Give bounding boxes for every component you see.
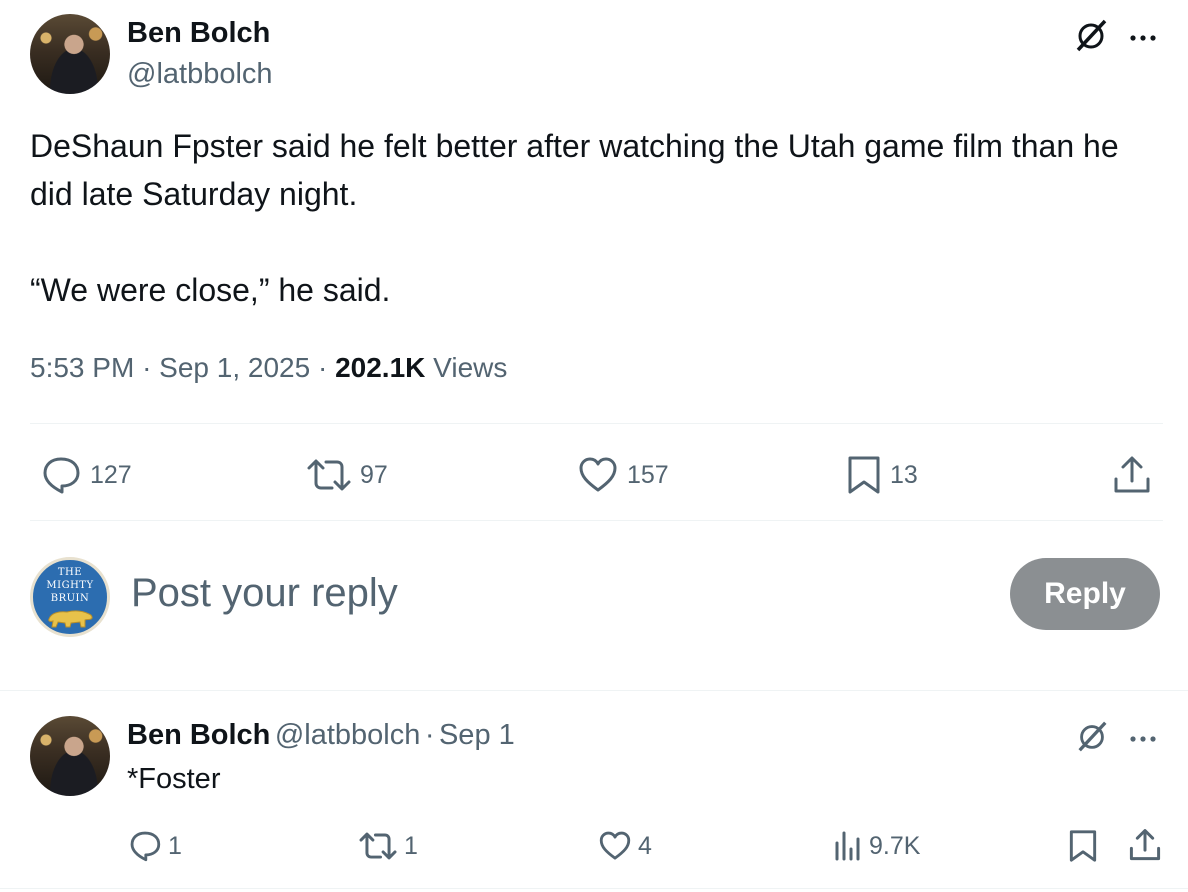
divider <box>30 423 1163 424</box>
reply-author-avatar[interactable] <box>30 716 110 796</box>
repost-icon <box>307 459 351 491</box>
divider <box>0 888 1188 889</box>
meta-separator: · <box>317 352 328 383</box>
repost-button[interactable]: 97 <box>306 455 388 495</box>
like-button[interactable]: 157 <box>577 455 669 495</box>
share-icon <box>1129 829 1161 861</box>
bear-icon <box>48 609 93 627</box>
grok-icon[interactable] <box>1072 16 1110 54</box>
post-time[interactable]: 5:53 PM <box>30 352 134 383</box>
reply-icon <box>43 457 80 494</box>
reply-button[interactable]: 127 <box>40 455 132 495</box>
views-icon <box>835 831 860 861</box>
reply-bookmark-button[interactable] <box>1068 829 1098 868</box>
reply-repost-button[interactable]: 1 <box>358 829 418 863</box>
reply-count: 127 <box>90 460 132 489</box>
divider <box>30 520 1163 521</box>
reply-reply-button[interactable]: 1 <box>128 829 182 863</box>
more-icon[interactable] <box>1128 30 1162 41</box>
repost-count: 97 <box>360 460 388 489</box>
repost-icon <box>359 832 397 860</box>
reply-input[interactable]: Post your reply <box>131 571 398 616</box>
meta-separator: · <box>142 352 152 383</box>
bookmark-icon <box>848 456 880 494</box>
reply-author-name[interactable]: Ben Bolch <box>127 719 270 751</box>
like-icon <box>579 457 617 492</box>
bookmark-button[interactable]: 13 <box>846 455 918 495</box>
share-icon <box>1114 456 1150 493</box>
views-count: 202.1K <box>335 352 426 383</box>
avatar-label-line3: BRUIN <box>50 592 90 604</box>
reply-date[interactable]: Sep 1 <box>439 719 515 751</box>
reply-views-count: 9.7K <box>869 831 921 860</box>
grok-icon[interactable] <box>1074 718 1110 754</box>
reply-reply-count: 1 <box>168 831 182 860</box>
bookmark-count: 13 <box>890 460 918 489</box>
divider <box>0 690 1188 691</box>
more-icon[interactable] <box>1128 731 1162 742</box>
avatar-label-line2: MIGHTY <box>46 579 94 591</box>
user-avatar[interactable]: THE MIGHTY BRUIN <box>30 557 110 637</box>
post-text: DeShaun Fpster said he felt better after… <box>30 128 1119 308</box>
author-handle[interactable]: @latbbolch <box>127 58 273 91</box>
like-count: 157 <box>627 460 669 489</box>
author-avatar[interactable] <box>30 14 110 94</box>
post-date[interactable]: Sep 1, 2025 <box>159 352 310 383</box>
reply-header: Ben Bolch @latbbolch · Sep 1 <box>127 719 515 752</box>
reply-like-count: 4 <box>638 831 652 860</box>
reply-like-button[interactable]: 4 <box>598 829 652 863</box>
author-name[interactable]: Ben Bolch <box>127 17 270 50</box>
reply-separator: · <box>424 719 435 751</box>
reply-views-button[interactable]: 9.7K <box>833 829 920 863</box>
avatar-label-line1: THE <box>57 566 83 578</box>
bookmark-icon <box>1069 830 1097 862</box>
reply-author-handle[interactable]: @latbbolch <box>275 719 421 751</box>
reply-text: *Foster <box>127 763 221 795</box>
post-meta: 5:53 PM · Sep 1, 2025 · 202.1K Views <box>30 352 507 384</box>
like-icon <box>599 831 631 860</box>
reply-share-button[interactable] <box>1128 828 1162 867</box>
reply-repost-count: 1 <box>404 831 418 860</box>
reply-submit-button[interactable]: Reply <box>1010 558 1160 630</box>
share-button[interactable] <box>1112 455 1152 495</box>
reply-icon <box>130 831 161 862</box>
views-label: Views <box>433 352 508 383</box>
